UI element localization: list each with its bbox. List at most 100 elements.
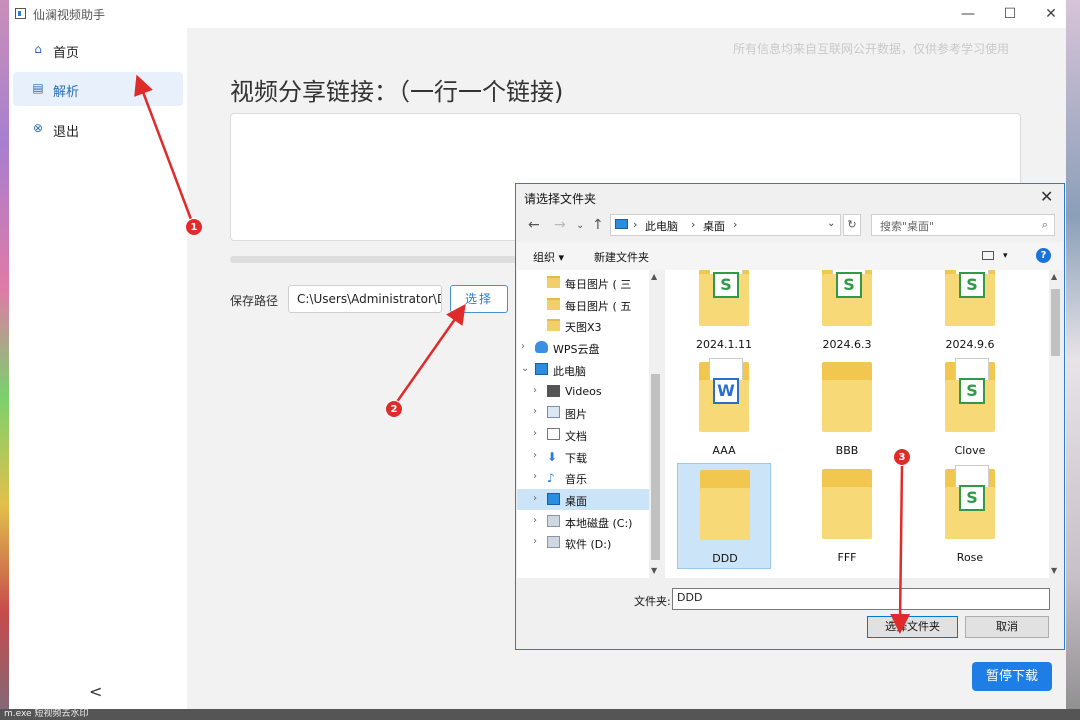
collapse-sidebar-button[interactable]: < <box>89 682 102 701</box>
chevron-right-icon[interactable]: › <box>533 406 537 417</box>
organize-menu[interactable]: 组织 ▾ <box>533 249 564 265</box>
desktop-right-edge <box>1066 0 1080 720</box>
chevron-right-icon[interactable]: › <box>533 428 537 439</box>
tree-item[interactable]: › 桌面 <box>517 489 649 510</box>
choose-path-button[interactable]: 选择 <box>450 285 508 313</box>
breadcrumb-this-pc[interactable]: 此电脑 <box>645 218 678 234</box>
drive-icon <box>547 514 560 527</box>
dialog-title: 请选择文件夹 <box>524 192 597 206</box>
download-icon: ⬇ <box>547 449 558 464</box>
tree-item[interactable]: › Videos <box>517 381 649 402</box>
folder-tile[interactable]: BBB <box>800 356 894 462</box>
tree-item[interactable]: › ⬇ 下载 <box>517 446 649 467</box>
folder-tile[interactable]: S 2024.1.11 <box>677 270 771 356</box>
chevron-right-icon[interactable]: › <box>533 471 537 482</box>
chevron-right-icon[interactable]: › <box>533 385 537 396</box>
tree-item-label: 音乐 <box>565 473 587 487</box>
tree-item-label: WPS云盘 <box>553 343 600 357</box>
close-button[interactable]: ✕ <box>1036 4 1066 24</box>
minimize-button[interactable]: — <box>953 4 983 24</box>
title-bar: 仙澜视频助手 — ☐ ✕ <box>9 0 1066 28</box>
tree-scrollbar[interactable]: ▲ ▼ <box>649 270 662 578</box>
app-icon <box>15 8 26 19</box>
tree-item[interactable]: › 图片 <box>517 402 649 423</box>
folder-name-input[interactable]: DDD <box>672 588 1050 610</box>
chevron-right-icon[interactable]: › <box>521 341 525 352</box>
tree-item[interactable]: › 本地磁盘 (C:) <box>517 511 649 532</box>
cancel-button[interactable]: 取消 <box>965 616 1049 638</box>
tree-item-label: 天图X3 <box>565 321 602 335</box>
sidebar-item-exit[interactable]: ⊗ 退出 <box>13 112 183 146</box>
select-folder-button[interactable]: 选择文件夹 <box>867 616 958 638</box>
taskbar-text: m.exe 短视频去水印 <box>4 709 89 719</box>
chevron-right-icon[interactable]: › <box>533 536 537 547</box>
help-icon[interactable]: ? <box>1036 248 1051 263</box>
tree-item[interactable]: › ♪ 音乐 <box>517 467 649 488</box>
dialog-close-button[interactable]: ✕ <box>1040 187 1053 206</box>
tree-item[interactable]: 每日图片 ( 五 <box>517 294 649 315</box>
sidebar-item-home[interactable]: ⌂ 首页 <box>13 33 183 67</box>
view-dropdown-icon[interactable]: ▾ <box>1003 251 1008 261</box>
search-placeholder: 搜索"桌面" <box>880 220 935 233</box>
recent-dropdown-icon[interactable]: ⌄ <box>576 220 584 231</box>
pc-icon <box>547 493 560 505</box>
folder-tile[interactable]: S Rose <box>923 463 1017 569</box>
sidebar-item-label: 解析 <box>53 85 80 100</box>
chevron-right-icon[interactable]: › <box>533 450 537 461</box>
folder-tile[interactable]: DDD <box>677 463 771 569</box>
chevron-down-icon[interactable]: ⌄ <box>521 363 529 374</box>
save-path-input[interactable]: C:\Users\Administrator\Desktop <box>288 285 442 313</box>
file-grid: S 2024.1.11 S 2024.6.3 S 2024.9.6 W AAA BBB S Clov… <box>665 270 1049 578</box>
forward-arrow-icon[interactable]: → <box>554 217 566 233</box>
drive-icon <box>547 536 560 549</box>
folder-tile[interactable]: W AAA <box>677 356 771 462</box>
chevron-right-icon: › <box>633 218 638 231</box>
folder-name: 2024.1.11 <box>696 338 752 351</box>
folder-tile[interactable]: FFF <box>800 463 894 569</box>
search-icon: ⌕ <box>1041 218 1048 231</box>
folder-tile[interactable]: S Clove <box>923 356 1017 462</box>
exit-icon: ⊗ <box>32 121 44 135</box>
back-arrow-icon[interactable]: ← <box>528 217 540 233</box>
tree-item[interactable]: 天图X3 <box>517 315 649 336</box>
tree-item-label: 图片 <box>565 408 587 422</box>
tree-item[interactable]: ⌄ 此电脑 <box>517 359 649 380</box>
tree-item-label: 文档 <box>565 429 587 443</box>
up-arrow-icon[interactable]: ↑ <box>592 217 604 233</box>
navigation-tree: 每日图片 ( 三每日图片 ( 五天图X3 › WPS云盘 ⌄ 此电脑 › Videos › 图片… <box>517 270 649 578</box>
pc-icon <box>535 362 548 375</box>
sidebar: ⌂ 首页 ▤ 解析 ⊗ 退出 < <box>9 28 187 709</box>
chevron-right-icon[interactable]: › <box>533 515 537 526</box>
folder-name: BBB <box>835 444 859 457</box>
refresh-button[interactable]: ↻ <box>843 214 861 236</box>
search-input[interactable]: 搜索"桌面" ⌕ <box>871 214 1055 236</box>
maximize-button[interactable]: ☐ <box>995 4 1025 24</box>
address-bar[interactable]: › 此电脑 › 桌面 › ⌄ <box>610 214 841 236</box>
folder-name: 2024.6.3 <box>822 338 872 351</box>
view-mode-icon[interactable] <box>982 251 994 260</box>
folder-name: DDD <box>712 552 738 565</box>
folder-name: 2024.9.6 <box>945 338 995 351</box>
new-folder-button[interactable]: 新建文件夹 <box>594 249 649 265</box>
chevron-right-icon[interactable]: › <box>533 493 537 504</box>
pause-download-button[interactable]: 暂停下载 <box>972 662 1052 691</box>
chevron-down-icon[interactable]: ⌄ <box>827 218 835 229</box>
file-badge-icon: S <box>836 272 862 298</box>
folder-front <box>700 488 750 540</box>
file-badge-icon: S <box>959 485 985 511</box>
image-icon <box>547 406 560 419</box>
breadcrumb-desktop[interactable]: 桌面 <box>703 218 725 234</box>
annotation-marker-2: 2 <box>385 400 403 418</box>
sidebar-item-parse[interactable]: ▤ 解析 <box>13 72 183 106</box>
tree-item[interactable]: › 软件 (D:) <box>517 532 649 553</box>
tree-item[interactable]: 每日图片 ( 三 <box>517 272 649 293</box>
folder-tile[interactable]: S 2024.9.6 <box>923 270 1017 356</box>
tree-item[interactable]: › 文档 <box>517 424 649 445</box>
music-icon: ♪ <box>547 471 555 486</box>
window-title: 仙澜视频助手 <box>33 8 106 22</box>
folder-name: AAA <box>712 444 736 457</box>
folder-tile[interactable]: S 2024.6.3 <box>800 270 894 356</box>
tree-item[interactable]: › WPS云盘 <box>517 337 649 358</box>
file-scrollbar[interactable]: ▲ ▼ <box>1049 270 1062 578</box>
video-icon <box>547 384 560 397</box>
